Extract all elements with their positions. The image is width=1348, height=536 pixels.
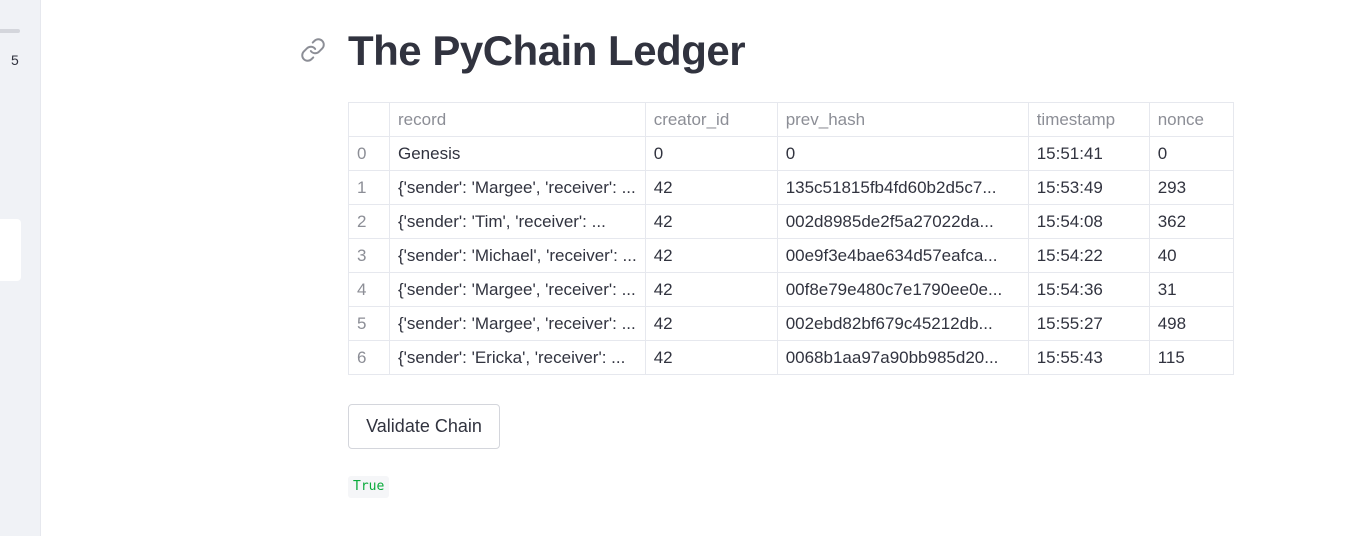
cell-record[interactable]: Genesis <box>389 136 646 171</box>
row-index: 5 <box>348 306 390 341</box>
cell-nonce[interactable]: 362 <box>1148 204 1234 239</box>
cell-nonce[interactable]: 31 <box>1148 272 1234 307</box>
cell-creator-id[interactable]: 42 <box>644 238 778 273</box>
cell-timestamp[interactable]: 15:51:41 <box>1027 136 1150 171</box>
cell-creator-id[interactable]: 42 <box>644 272 778 307</box>
cell-timestamp[interactable]: 15:54:36 <box>1027 272 1150 307</box>
row-index: 4 <box>348 272 390 307</box>
column-header-record[interactable]: record <box>389 102 646 137</box>
cell-prev-hash[interactable]: 00f8e79e480c7e1790ee0e... <box>776 272 1029 307</box>
cell-record[interactable]: {'sender': 'Michael', 'receiver': ... <box>389 238 646 273</box>
table-row: 1 {'sender': 'Margee', 'receiver': ... 4… <box>348 170 1234 205</box>
cell-nonce[interactable]: 40 <box>1148 238 1234 273</box>
cell-record[interactable]: {'sender': 'Margee', 'receiver': ... <box>389 170 646 205</box>
cell-nonce[interactable]: 0 <box>1148 136 1234 171</box>
cell-nonce[interactable]: 115 <box>1148 340 1234 375</box>
validate-chain-button[interactable]: Validate Chain <box>348 404 500 449</box>
cell-timestamp[interactable]: 15:54:22 <box>1027 238 1150 273</box>
cell-timestamp[interactable]: 15:54:08 <box>1027 204 1150 239</box>
table-row: 2 {'sender': 'Tim', 'receiver': ... 42 0… <box>348 204 1234 239</box>
app-root: 5 The PyChain Ledger record creator_id p… <box>0 0 1348 536</box>
cell-creator-id[interactable]: 42 <box>644 204 778 239</box>
cell-creator-id[interactable]: 42 <box>644 340 778 375</box>
sidebar-slider-value: 5 <box>11 52 19 68</box>
cell-creator-id[interactable]: 42 <box>644 306 778 341</box>
ledger-table: record creator_id prev_hash timestamp no… <box>348 102 1234 375</box>
cell-record[interactable]: {'sender': 'Tim', 'receiver': ... <box>389 204 646 239</box>
row-index: 2 <box>348 204 390 239</box>
sidebar-panel <box>0 219 21 281</box>
column-header-creator-id[interactable]: creator_id <box>644 102 778 137</box>
sidebar: 5 <box>0 0 41 536</box>
cell-timestamp[interactable]: 15:55:43 <box>1027 340 1150 375</box>
column-header-nonce[interactable]: nonce <box>1148 102 1234 137</box>
cell-timestamp[interactable]: 15:55:27 <box>1027 306 1150 341</box>
cell-record[interactable]: {'sender': 'Margee', 'receiver': ... <box>389 272 646 307</box>
cell-record[interactable]: {'sender': 'Margee', 'receiver': ... <box>389 306 646 341</box>
row-index: 1 <box>348 170 390 205</box>
table-row: 6 {'sender': 'Ericka', 'receiver': ... 4… <box>348 340 1234 375</box>
row-index: 3 <box>348 238 390 273</box>
table-row: 4 {'sender': 'Margee', 'receiver': ... 4… <box>348 272 1234 307</box>
page-title: The PyChain Ledger <box>348 27 746 74</box>
table-row: 3 {'sender': 'Michael', 'receiver': ... … <box>348 238 1234 273</box>
sidebar-slider[interactable] <box>0 29 20 33</box>
cell-prev-hash[interactable]: 00e9f3e4bae634d57eafca... <box>776 238 1029 273</box>
row-index: 6 <box>348 340 390 375</box>
cell-creator-id[interactable]: 42 <box>644 170 778 205</box>
cell-timestamp[interactable]: 15:53:49 <box>1027 170 1150 205</box>
cell-nonce[interactable]: 293 <box>1148 170 1234 205</box>
cell-record[interactable]: {'sender': 'Ericka', 'receiver': ... <box>389 340 646 375</box>
validation-result: True <box>348 476 390 498</box>
cell-nonce[interactable]: 498 <box>1148 306 1234 341</box>
table-header-row: record creator_id prev_hash timestamp no… <box>348 102 1234 137</box>
cell-creator-id[interactable]: 0 <box>644 136 778 171</box>
cell-prev-hash[interactable]: 135c51815fb4fd60b2d5c7... <box>776 170 1029 205</box>
column-header-prev-hash[interactable]: prev_hash <box>776 102 1029 137</box>
cell-prev-hash[interactable]: 0 <box>776 136 1029 171</box>
column-header-index[interactable] <box>348 102 390 137</box>
cell-prev-hash[interactable]: 0068b1aa97a90bb985d20... <box>776 340 1029 375</box>
table-row: 5 {'sender': 'Margee', 'receiver': ... 4… <box>348 306 1234 341</box>
row-index: 0 <box>348 136 390 171</box>
link-icon[interactable] <box>300 37 326 63</box>
column-header-timestamp[interactable]: timestamp <box>1027 102 1150 137</box>
table-row: 0 Genesis 0 0 15:51:41 0 <box>348 136 1234 171</box>
cell-prev-hash[interactable]: 002d8985de2f5a27022da... <box>776 204 1029 239</box>
cell-prev-hash[interactable]: 002ebd82bf679c45212db... <box>776 306 1029 341</box>
